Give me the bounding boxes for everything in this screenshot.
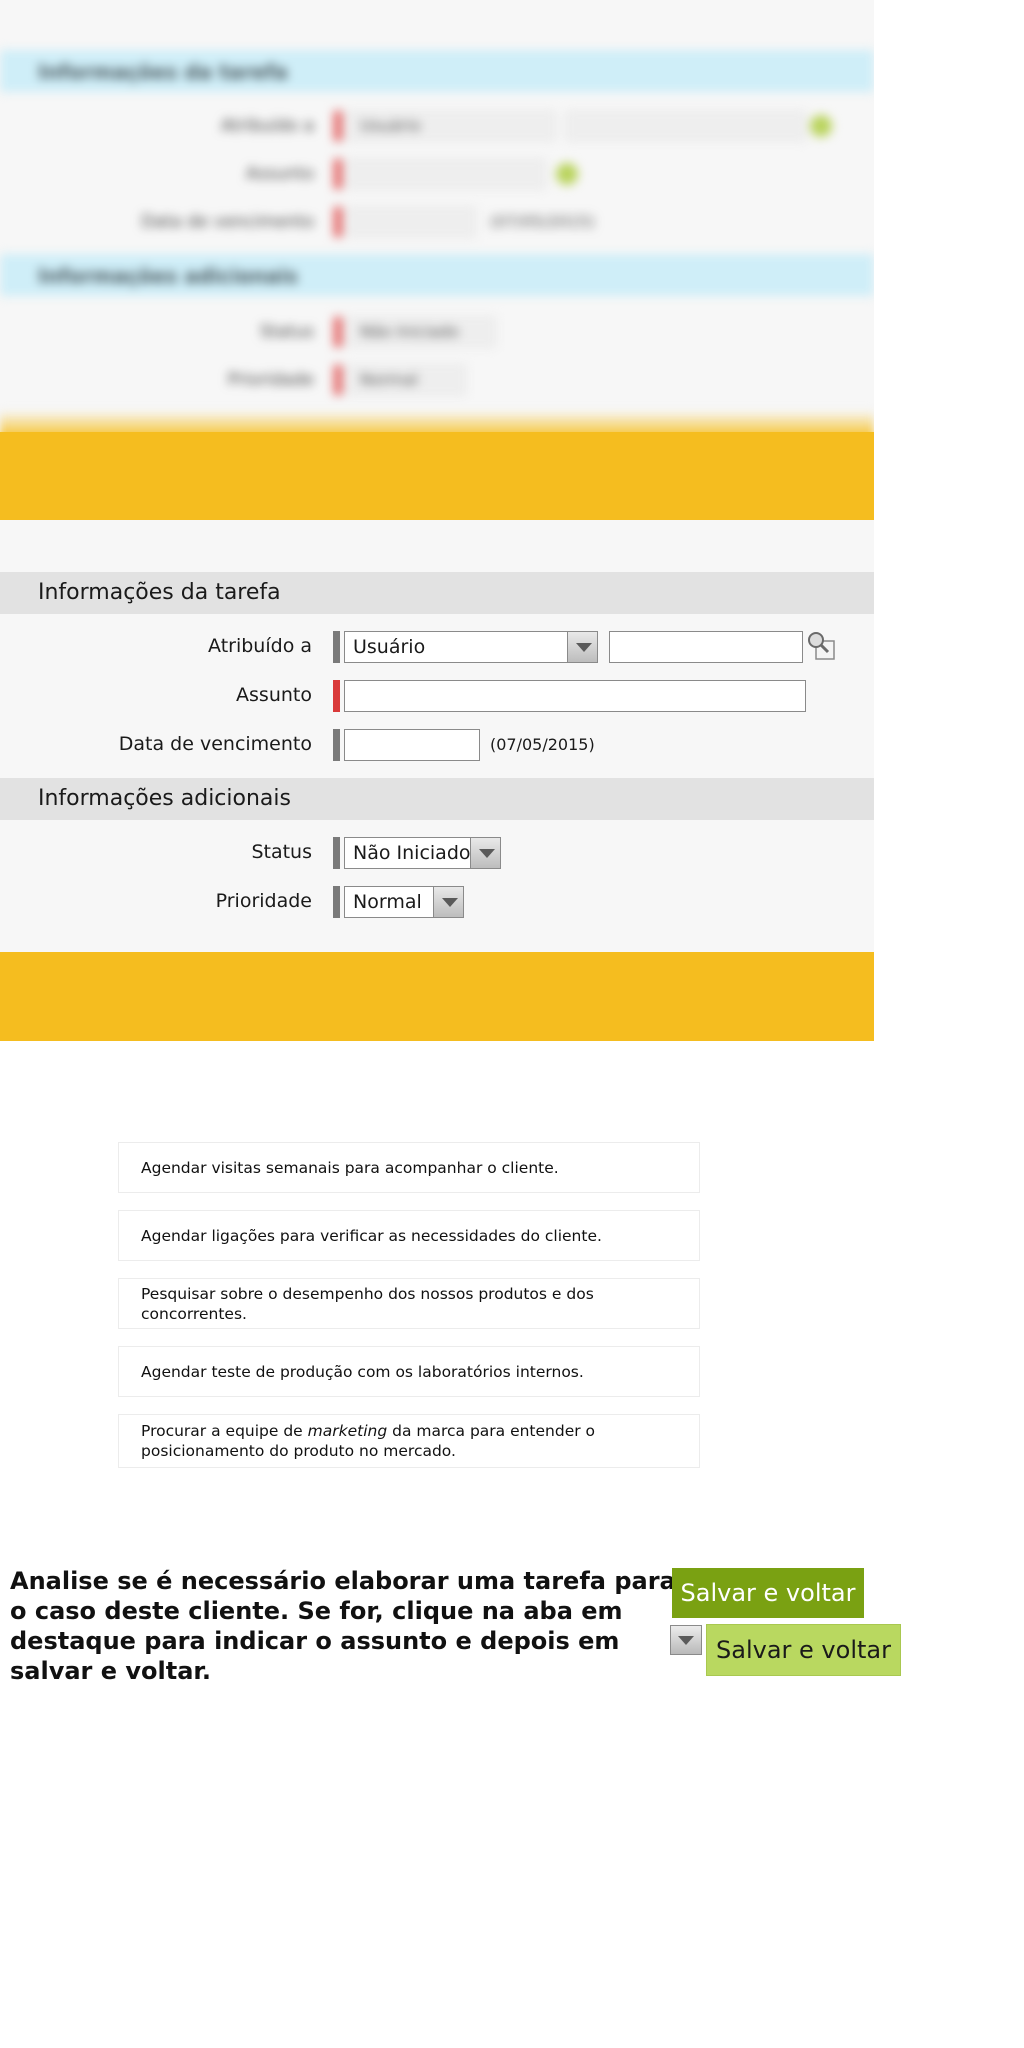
section-header-task-info: Informações da tarefa	[0, 572, 874, 614]
blurred-label: Data de vencimento	[141, 212, 314, 232]
required-indicator	[333, 631, 340, 663]
status-value: Não Iniciado	[353, 842, 471, 864]
section-header-additional-info: Informações adicionais	[0, 778, 874, 820]
option-text-part: Procurar a equipe de	[141, 1422, 308, 1440]
chevron-down-icon[interactable]	[433, 887, 463, 917]
blurred-required-bar	[334, 365, 342, 395]
blurred-required-bar	[334, 317, 342, 347]
blurred-label: Status	[259, 322, 314, 342]
blurred-required-bar	[334, 159, 342, 189]
assigned-to-input[interactable]	[609, 631, 803, 663]
yellow-footer-band	[0, 952, 874, 1041]
option-item[interactable]: Pesquisar sobre o desempenho dos nossos …	[118, 1278, 700, 1329]
blurred-label: Atribuído a	[220, 116, 314, 136]
blurred-section-title: Informações adicionais	[38, 264, 298, 288]
option-item[interactable]: Agendar teste de produção com os laborat…	[118, 1346, 700, 1397]
save-and-back-highlight-button[interactable]: Salvar e voltar	[706, 1624, 901, 1676]
magnifier-icon-graphic	[808, 632, 835, 660]
priority-value: Normal	[353, 891, 422, 913]
blurred-icon	[810, 115, 832, 137]
blurred-field	[346, 207, 476, 237]
priority-label: Prioridade	[215, 890, 312, 912]
due-date-input[interactable]	[344, 729, 480, 761]
blurred-text: (07/05/2015)	[490, 212, 595, 231]
required-indicator	[333, 837, 340, 869]
chevron-down-icon[interactable]	[470, 838, 500, 868]
instructions-text: Analise se é necessário elaborar uma tar…	[10, 1567, 676, 1685]
blurred-label: Prioridade	[227, 370, 314, 390]
blurred-required-bar	[334, 207, 342, 237]
option-item[interactable]: Agendar visitas semanais para acompanhar…	[118, 1142, 700, 1193]
required-indicator-red	[333, 680, 340, 712]
blurred-section-additional: Informações adicionais	[0, 254, 874, 296]
option-text: Agendar teste de produção com os laborat…	[141, 1362, 584, 1381]
chevron-down-icon[interactable]	[670, 1625, 702, 1655]
subject-label: Assunto	[236, 684, 312, 706]
status-select[interactable]: Não Iniciado	[344, 837, 501, 869]
blurred-section-task: Informações da tarefa	[0, 50, 874, 92]
option-text: Procurar a equipe de marketing da marca …	[141, 1421, 677, 1461]
magnifier-icon[interactable]	[806, 631, 836, 661]
blurred-required-bar	[334, 111, 342, 141]
blurred-yellow-band	[0, 432, 874, 520]
priority-select[interactable]: Normal	[344, 886, 464, 918]
blurred-form-preview: Informações da tarefa Atribuído a Usuári…	[0, 0, 874, 520]
section-title: Informações adicionais	[38, 786, 291, 811]
blurred-text: Normal	[360, 370, 418, 389]
blurred-section-title: Informações da tarefa	[38, 60, 288, 84]
blurred-field	[566, 111, 806, 141]
task-form: Informações da tarefa Atribuído a Usuári…	[0, 520, 874, 1041]
due-date-label: Data de vencimento	[118, 733, 312, 755]
required-indicator	[333, 886, 340, 918]
blurred-text: Não Iniciado	[360, 322, 459, 341]
option-text-emphasis: marketing	[307, 1422, 388, 1440]
section-title: Informações da tarefa	[38, 580, 281, 605]
due-date-hint: (07/05/2015)	[490, 735, 595, 754]
blurred-icon	[556, 163, 578, 185]
assigned-to-type-value: Usuário	[353, 636, 426, 658]
option-item[interactable]: Procurar a equipe de marketing da marca …	[118, 1414, 700, 1468]
subject-input[interactable]	[344, 680, 806, 712]
assigned-to-label: Atribuído a	[208, 635, 312, 657]
blurred-text: Usuário	[360, 116, 421, 135]
status-label: Status	[251, 841, 312, 863]
save-and-back-button[interactable]: Salvar e voltar	[672, 1568, 864, 1618]
option-item[interactable]: Agendar ligações para verificar as neces…	[118, 1210, 700, 1261]
blurred-content: Informações da tarefa Atribuído a Usuári…	[0, 0, 874, 430]
assigned-to-type-select[interactable]: Usuário	[344, 631, 598, 663]
chevron-down-icon[interactable]	[567, 632, 597, 662]
required-indicator	[333, 729, 340, 761]
blurred-field	[346, 159, 546, 189]
blurred-label: Assunto	[246, 164, 314, 184]
option-text: Agendar visitas semanais para acompanhar…	[141, 1158, 559, 1177]
option-text: Agendar ligações para verificar as neces…	[141, 1226, 602, 1245]
option-text: Pesquisar sobre o desempenho dos nossos …	[141, 1284, 594, 1323]
